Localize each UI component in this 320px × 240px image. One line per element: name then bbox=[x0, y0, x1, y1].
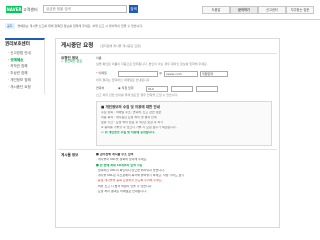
page-subtitle: (권리침해 게시물 게시중단 요청) bbox=[100, 44, 142, 48]
notice-tag: 공지 bbox=[5, 23, 15, 29]
post-info-line: · 게시물의 URL을 정확히 입력해 주세요. bbox=[96, 158, 148, 162]
consent-line: 이용 목적 : 게시중단 요청 처리 및 결과 안내 bbox=[101, 116, 157, 120]
tab-help[interactable]: 도움말 bbox=[202, 6, 230, 14]
tab-report[interactable]: 신고센터 bbox=[258, 6, 286, 14]
name-hint: 실명 확인된 이름이 자동으로 입력됩니다. 본인이 아닌 경우 대리인 정보를… bbox=[96, 62, 208, 66]
email-note: 처리 결과는 입력하신 이메일로 안내됩니다. bbox=[96, 78, 151, 82]
phone-label: 연락처 bbox=[96, 86, 105, 90]
tab-faq[interactable]: 자주찾는 질문 bbox=[286, 6, 314, 14]
consent-box: ■ 개인정보의 수집 및 이용에 대한 안내 수집 항목 : 이메일 주소, 연… bbox=[96, 101, 272, 146]
post-info-line: · 게시물 URL은 주소창에서 복사해 붙여넣기 하세요. 작성 가이드 보기 bbox=[96, 174, 185, 177]
post-info-section: ■ 권리침해 게시물 주소 입력 · 게시물의 URL을 정확히 입력해 주세요… bbox=[96, 153, 272, 195]
page-title: 게시중단 요청 bbox=[61, 43, 94, 49]
search-button[interactable]: 검색 bbox=[129, 5, 138, 13]
header-tabs: 도움말 문의하기 신고센터 자주찾는 질문 bbox=[202, 6, 314, 14]
consent-line: 수집 항목 : 이메일 주소, 연락처, 신고 관련 정보 bbox=[101, 111, 162, 115]
email-domain-field[interactable]: naver.com bbox=[164, 71, 198, 77]
post-info-label: 게시물 정보 bbox=[61, 153, 79, 157]
email-label: * 이메일 bbox=[96, 71, 107, 76]
email-label-text: 이메일 bbox=[98, 71, 107, 75]
notice-bar: 공지 명예훼손 게시물 신고를 위해 정확한 정보를 입력해 주세요. 허위 신… bbox=[5, 23, 315, 29]
divider bbox=[58, 149, 277, 150]
requester-verified: ✓ 본인확인 완료 bbox=[61, 59, 82, 64]
sidebar: 권리보호센터 · 신고방법 안내 · 명예훼손 · 저작권 침해 · 초상권 침… bbox=[5, 38, 45, 94]
post-info-line: ■ 한 번에 최대 10개까지 입력 가능 bbox=[96, 163, 143, 167]
search-input[interactable]: 궁금한 점을 검색 bbox=[43, 5, 127, 13]
post-info-line: ■ 권리침해 게시물 주소 입력 bbox=[96, 153, 134, 156]
notice-text: 명예훼손 게시물 신고를 위해 정확한 정보를 입력해 주세요. 허위 신고 시… bbox=[17, 24, 144, 28]
sidebar-title: 권리보호센터 bbox=[5, 42, 30, 47]
sidebar-item-takedown[interactable]: · 게시중단 요청 bbox=[5, 83, 44, 90]
consent-title: ■ 개인정보의 수집 및 이용에 대한 안내 bbox=[101, 105, 160, 109]
email-domain-select[interactable]: 직접입력 bbox=[200, 71, 228, 77]
logo[interactable]: NAVER 고객센터 bbox=[6, 6, 38, 13]
sidebar-item-guide[interactable]: · 신고방법 안내 bbox=[5, 50, 44, 57]
email-id-field[interactable] bbox=[118, 71, 158, 77]
main-content: 게시중단 요청 (권리침해 게시물 게시중단 요청) 요청인 정보 ✓ 본인확인… bbox=[55, 38, 280, 228]
tab-inquiry[interactable]: 문의하기 bbox=[230, 6, 258, 14]
phone-last-field[interactable] bbox=[196, 86, 218, 92]
sidebar-item-privacy[interactable]: · 개인정보 침해 bbox=[5, 77, 44, 84]
sidebar-item-portrait[interactable]: · 초상권 침해 bbox=[5, 70, 44, 77]
name-label: 이름 bbox=[96, 56, 102, 60]
phone-radio[interactable]: ◉ 직접 입력 bbox=[118, 86, 134, 91]
post-info-line: · 입력하신 URL이 확인되지 않으면 처리되지 않습니다. bbox=[96, 168, 165, 172]
phone-radio-label: 직접 입력 bbox=[121, 86, 134, 90]
consent-line: 보유 기간 : 요청 처리 완료 후 3년간 보관 후 파기 bbox=[101, 121, 164, 125]
post-info-line: · 요청 처리 결과는 이메일로 안내됩니다. bbox=[96, 189, 147, 193]
top-bar: NAVER 고객센터 궁금한 점을 검색 검색 도움말 문의하기 신고센터 자주… bbox=[0, 0, 320, 20]
consent-agree-checkbox[interactable]: ☑ 위 개인정보 수집 및 이용에 동의합니다. bbox=[101, 131, 267, 135]
sidebar-item-defamation[interactable]: · 명예훼손 bbox=[5, 56, 44, 63]
requester-label: 요청인 정보 ✓ 본인확인 완료 bbox=[61, 56, 82, 64]
service-name: 고객센터 bbox=[23, 7, 38, 12]
phone-middle-field[interactable] bbox=[171, 86, 193, 92]
post-info-line: · 동일 게시물을 중복 요청하지 않도록 주의해 주세요. bbox=[96, 179, 163, 183]
consent-line: ※ 동의를 거부할 수 있으나 거부 시 요청 접수가 제한됩니다. bbox=[101, 126, 177, 130]
at-sign: @ bbox=[159, 71, 162, 75]
phone-note: 신고 처리 관련 안내를 위해 필요한 경우 연락을 드릴 수 있습니다. bbox=[96, 93, 179, 97]
brand-logo[interactable]: NAVER bbox=[6, 6, 22, 13]
sidebar-item-copyright[interactable]: · 저작권 침해 bbox=[5, 63, 44, 70]
divider bbox=[58, 53, 277, 54]
phone-prefix-field[interactable]: 010 bbox=[146, 86, 168, 92]
post-info-line: · 허위 신고 시 법적 책임이 있을 수 있습니다. bbox=[96, 184, 153, 188]
